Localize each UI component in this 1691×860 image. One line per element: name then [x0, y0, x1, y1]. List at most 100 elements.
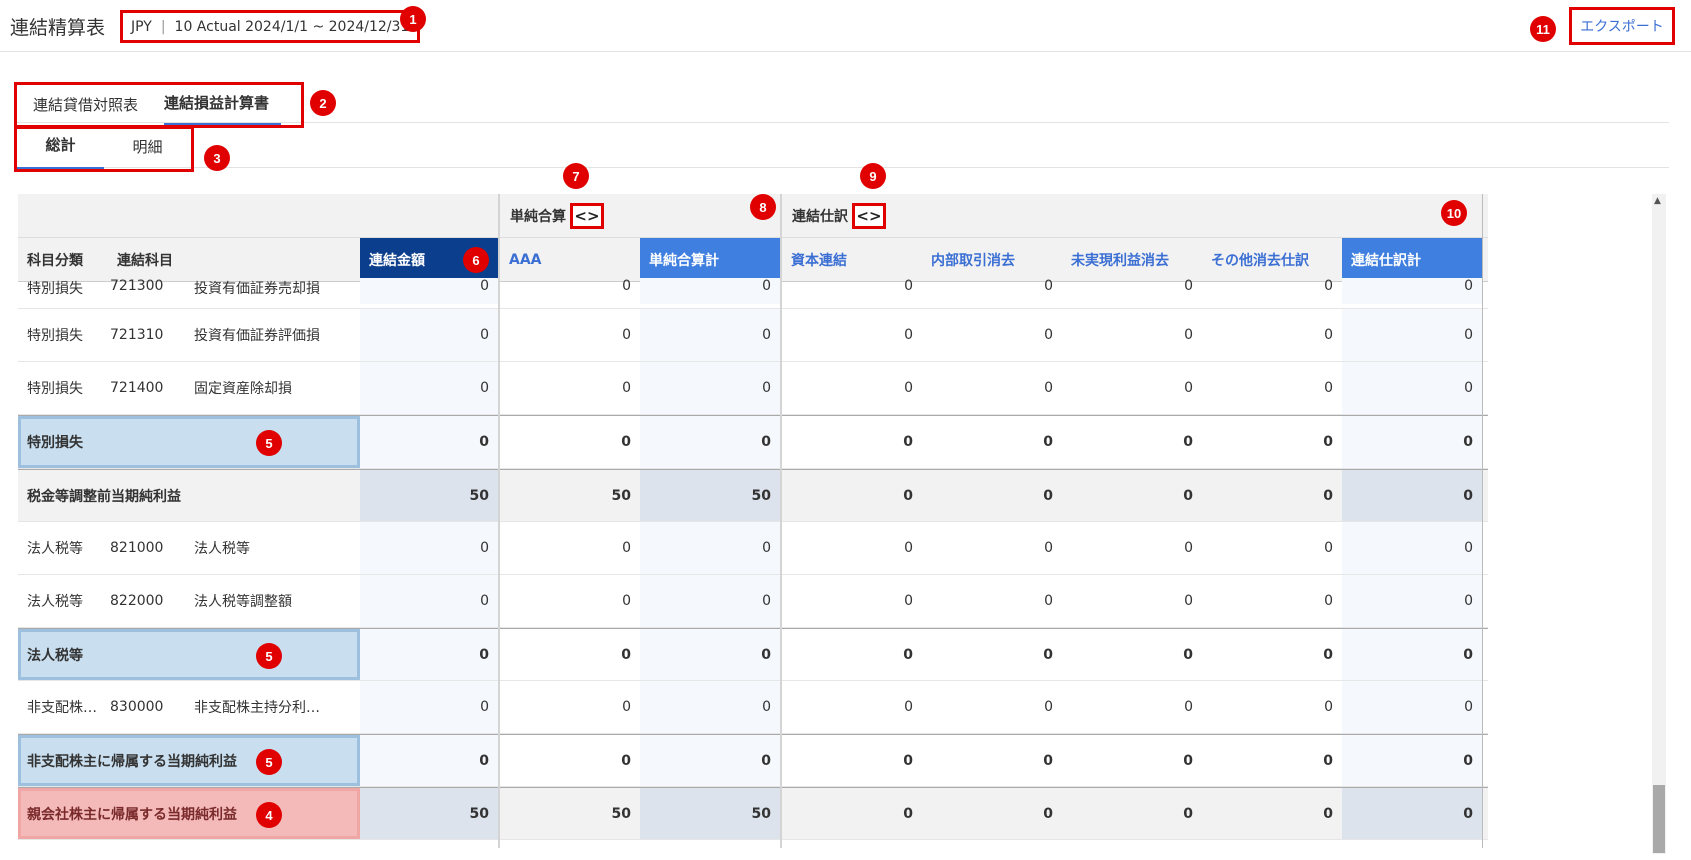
annotation-badge-10: 10	[1441, 200, 1467, 226]
worksheet-grid: 単純合算 <> 連結仕訳 <> 科目分類 連結科目 連結金額 AAA 単純合算計…	[18, 194, 1488, 848]
tab-detail[interactable]: 明細	[104, 136, 191, 169]
annotation-badge: 5	[256, 643, 282, 669]
tab-income-statement[interactable]: 連結損益計算書	[164, 92, 282, 125]
col-journal-total[interactable]: 連結仕訳計	[1342, 238, 1482, 282]
table-row[interactable]: 特別損失 5 0 0 0 0 0 0 0 0	[18, 415, 1488, 469]
subtotal-label: 特別損失	[27, 435, 83, 451]
toggle-consolidation-expand-icon[interactable]: <>	[852, 203, 886, 229]
value-cell: 50	[360, 470, 498, 521]
value-cell: 50	[611, 805, 631, 822]
value-cell: 0	[360, 735, 498, 786]
value-cell: 0	[1342, 362, 1482, 414]
value-cell: 0	[1342, 522, 1482, 574]
value-cell: 0	[1184, 699, 1193, 715]
export-button[interactable]: エクスポート	[1569, 7, 1675, 45]
value-cell: 0	[622, 699, 631, 715]
account-code: 721300	[110, 278, 164, 294]
table-row[interactable]: 非支配株… 830000 非支配株主持分利… 0 0 0 0 0 0 0 0	[18, 681, 1488, 734]
value-cell: 0	[904, 540, 913, 556]
group-consolidation: 連結仕訳 <>	[792, 203, 886, 229]
table-row[interactable]: 法人税等 821000 法人税等 0 0 0 0 0 0 0 0	[18, 522, 1488, 575]
table-row[interactable]: 親会社株主に帰属する当期純利益 4 50 50 50 0 0 0 0 0	[18, 787, 1488, 840]
value-cell: 0	[1043, 487, 1053, 504]
account-category: 非支配株…	[27, 700, 97, 716]
table-row[interactable]: 非支配株主に帰属する当期純利益 5 0 0 0 0 0 0 0 0	[18, 734, 1488, 787]
toggle-simple-expand-icon[interactable]: <>	[570, 203, 604, 229]
table-row[interactable]: 法人税等 822000 法人税等調整額 0 0 0 0 0 0 0 0	[18, 575, 1488, 628]
value-cell: 0	[1324, 327, 1333, 343]
column-divider	[498, 194, 500, 848]
value-cell: 0	[904, 699, 913, 715]
subtotal-label: 税金等調整前当期純利益	[27, 488, 181, 505]
value-cell: 0	[640, 681, 780, 733]
annotation-badge: 4	[256, 802, 282, 828]
value-cell: 0	[1043, 434, 1053, 450]
value-cell: 0	[360, 309, 498, 361]
column-divider	[780, 194, 782, 848]
value-cell: 0	[1324, 699, 1333, 715]
col-aaa[interactable]: AAA	[500, 238, 640, 282]
value-cell: 0	[1044, 540, 1053, 556]
scrollbar-thumb[interactable]	[1653, 785, 1665, 853]
table-row[interactable]: 特別損失 721400 固定資産除却損 0 0 0 0 0 0 0 0	[18, 362, 1488, 415]
col-intercompany[interactable]: 内部取引消去	[922, 238, 1062, 282]
value-cell: 0	[1043, 646, 1053, 663]
value-cell: 0	[640, 278, 780, 304]
value-cell: 0	[1323, 487, 1333, 504]
vertical-scrollbar[interactable]	[1652, 194, 1666, 854]
value-cell: 0	[1324, 380, 1333, 396]
value-cell: 0	[640, 575, 780, 627]
table-row[interactable]: 特別損失 721310 投資有価証券評価損 0 0 0 0 0 0 0 0	[18, 309, 1488, 362]
tab-total[interactable]: 総計	[17, 134, 104, 169]
col-unrealized[interactable]: 未実現利益消去	[1062, 238, 1202, 282]
annotation-badge-6: 6	[463, 247, 489, 273]
value-cell: 0	[621, 752, 631, 769]
value-cell: 0	[904, 380, 913, 396]
tab-balance-sheet[interactable]: 連結貸借対照表	[33, 94, 138, 125]
account-code: 721400	[110, 380, 164, 396]
top-bar: 連結精算表 JPY | 10 Actual 2024/1/1 ~ 2024/12…	[0, 0, 1691, 52]
period-selector[interactable]: JPY | 10 Actual 2024/1/1 ~ 2024/12/31	[120, 10, 421, 43]
value-cell: 0	[1323, 646, 1333, 663]
value-cell: 0	[360, 681, 498, 733]
value-cell: 0	[1342, 788, 1482, 839]
value-cell: 0	[1043, 805, 1053, 822]
account-name: 投資有価証券評価損	[194, 328, 320, 344]
value-cell: 0	[1043, 752, 1053, 769]
table-row[interactable]: 特別損失 721300 投資有価証券売却損 0 0 0 0 0 0 0 0	[18, 278, 1488, 309]
col-capital[interactable]: 資本連結	[782, 238, 922, 282]
account-category: 特別損失	[27, 281, 83, 297]
account-code: 821000	[110, 540, 164, 556]
annotation-badge-1: 1	[400, 6, 426, 32]
value-cell: 0	[903, 752, 913, 769]
account-name: 固定資産除却損	[194, 381, 292, 397]
annotation-badge-8: 8	[750, 194, 776, 220]
value-cell: 0	[1044, 380, 1053, 396]
col-account[interactable]: 連結科目	[108, 238, 358, 282]
account-code: 822000	[110, 593, 164, 609]
col-category[interactable]: 科目分類	[18, 238, 108, 282]
col-other[interactable]: その他消去仕訳	[1202, 238, 1342, 282]
separator: |	[160, 18, 166, 35]
value-cell: 0	[1183, 805, 1193, 822]
value-cell: 0	[360, 522, 498, 574]
value-cell: 0	[622, 593, 631, 609]
annotation-badge-3: 3	[204, 145, 230, 171]
view-tabs-divider	[14, 167, 1669, 168]
scroll-up-icon[interactable]: ▲	[1654, 196, 1661, 206]
value-cell: 0	[1323, 752, 1333, 769]
account-category: 法人税等	[27, 541, 83, 557]
value-cell: 0	[640, 362, 780, 414]
value-cell: 0	[1183, 752, 1193, 769]
value-cell: 0	[1184, 593, 1193, 609]
group-consolidation-label: 連結仕訳	[792, 209, 848, 225]
value-cell: 0	[621, 434, 631, 450]
col-simple-total[interactable]: 単純合算計	[640, 238, 780, 282]
value-cell: 0	[360, 416, 498, 468]
account-category: 特別損失	[27, 381, 83, 397]
value-cell: 0	[360, 629, 498, 680]
account-name: 法人税等	[194, 541, 250, 557]
table-row[interactable]: 税金等調整前当期純利益 50 50 50 0 0 0 0 0	[18, 469, 1488, 522]
value-cell: 0	[1342, 681, 1482, 733]
table-row[interactable]: 法人税等 5 0 0 0 0 0 0 0 0	[18, 628, 1488, 681]
